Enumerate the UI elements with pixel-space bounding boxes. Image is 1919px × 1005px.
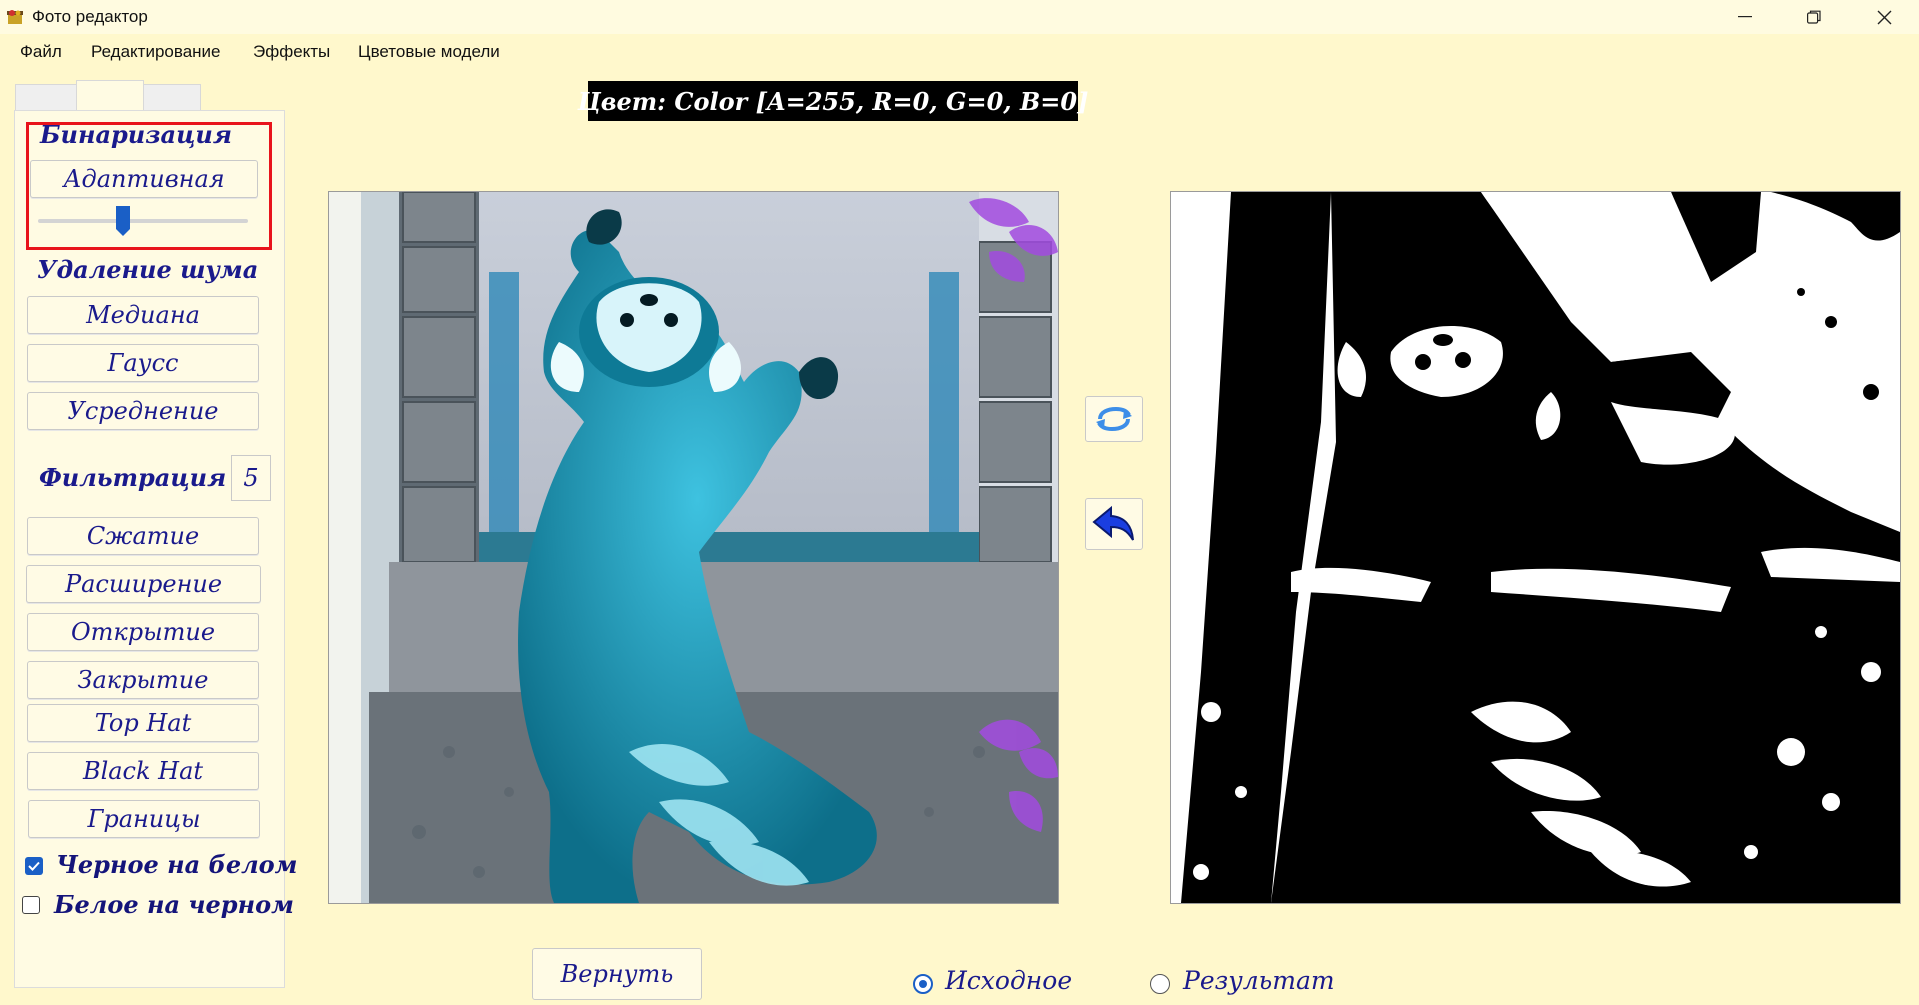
restore-button[interactable] <box>1779 0 1849 34</box>
closing-button[interactable]: Закрытие <box>27 661 259 699</box>
erode-button-label: Сжатие <box>86 522 200 550</box>
undo-arrow-icon <box>1092 505 1134 541</box>
top-hat-button-label: Top Hat <box>94 709 192 737</box>
closing-button-label: Закрытие <box>77 666 209 694</box>
gauss-button[interactable]: Гаусс <box>27 344 259 382</box>
top-hat-button[interactable]: Top Hat <box>27 704 259 742</box>
menu-effects[interactable]: Эффекты <box>253 42 330 62</box>
highlight-box <box>26 122 272 250</box>
tab-2[interactable] <box>76 80 144 111</box>
restore-icon <box>1807 10 1821 24</box>
filter-size-value: 5 <box>243 464 259 492</box>
red-panda-photo <box>329 192 1058 903</box>
rotate-icon <box>1096 406 1132 432</box>
menu-file[interactable]: Файл <box>20 42 62 62</box>
black-hat-button-label: Black Hat <box>82 757 204 785</box>
result-image <box>1170 191 1901 904</box>
return-button[interactable]: Вернуть <box>532 948 702 1000</box>
title-bar: Фото редактор <box>0 0 1919 34</box>
menu-color-models[interactable]: Цветовые модели <box>358 42 500 62</box>
white-on-black-checkbox[interactable] <box>22 896 40 914</box>
source-image <box>328 191 1059 904</box>
dilate-button-label: Расширение <box>64 570 223 598</box>
close-icon <box>1877 10 1891 24</box>
black-on-white-checkbox[interactable] <box>25 857 43 875</box>
color-readout: Цвет: Color [A=255, R=0, G=0, B=0] <box>578 81 1088 121</box>
noise-removal-title: Удаление шума <box>37 255 259 284</box>
edges-button-label: Границы <box>87 805 201 833</box>
filter-size-input[interactable]: 5 <box>231 455 271 501</box>
source-radio-label: Исходное <box>945 966 1073 995</box>
source-radio[interactable] <box>913 974 933 994</box>
window-title: Фото редактор <box>32 7 148 26</box>
edges-button[interactable]: Границы <box>28 800 260 838</box>
filtering-title: Фильтрация <box>39 463 227 492</box>
gauss-button-label: Гаусс <box>107 349 179 377</box>
color-readout-text: Цвет: Color [A=255, R=0, G=0, B=0] <box>577 86 1089 116</box>
return-button-label: Вернуть <box>560 960 674 988</box>
median-button[interactable]: Медиана <box>27 296 259 334</box>
opening-button-label: Открытие <box>70 618 216 646</box>
white-on-black-label: Белое на черном <box>54 890 294 919</box>
binarized-photo <box>1171 192 1900 903</box>
undo-button[interactable] <box>1085 498 1143 550</box>
minimize-icon <box>1738 16 1752 18</box>
minimize-button[interactable] <box>1710 0 1780 34</box>
averaging-button[interactable]: Усреднение <box>27 392 259 430</box>
black-hat-button[interactable]: Black Hat <box>27 752 259 790</box>
checkmark-icon <box>28 861 40 871</box>
rotate-button[interactable] <box>1085 396 1143 442</box>
averaging-button-label: Усреднение <box>67 397 219 425</box>
result-radio-label: Результат <box>1183 966 1335 995</box>
opening-button[interactable]: Открытие <box>27 613 259 651</box>
erode-button[interactable]: Сжатие <box>27 517 259 555</box>
app-icon <box>7 10 23 24</box>
menu-edit[interactable]: Редактирование <box>91 42 221 62</box>
tab-1[interactable] <box>15 84 77 111</box>
black-on-white-label: Черное на белом <box>56 850 298 879</box>
tab-3[interactable] <box>143 84 201 111</box>
close-button[interactable] <box>1849 0 1919 34</box>
dilate-button[interactable]: Расширение <box>26 565 261 603</box>
median-button-label: Медиана <box>86 301 200 329</box>
result-radio[interactable] <box>1150 974 1170 994</box>
